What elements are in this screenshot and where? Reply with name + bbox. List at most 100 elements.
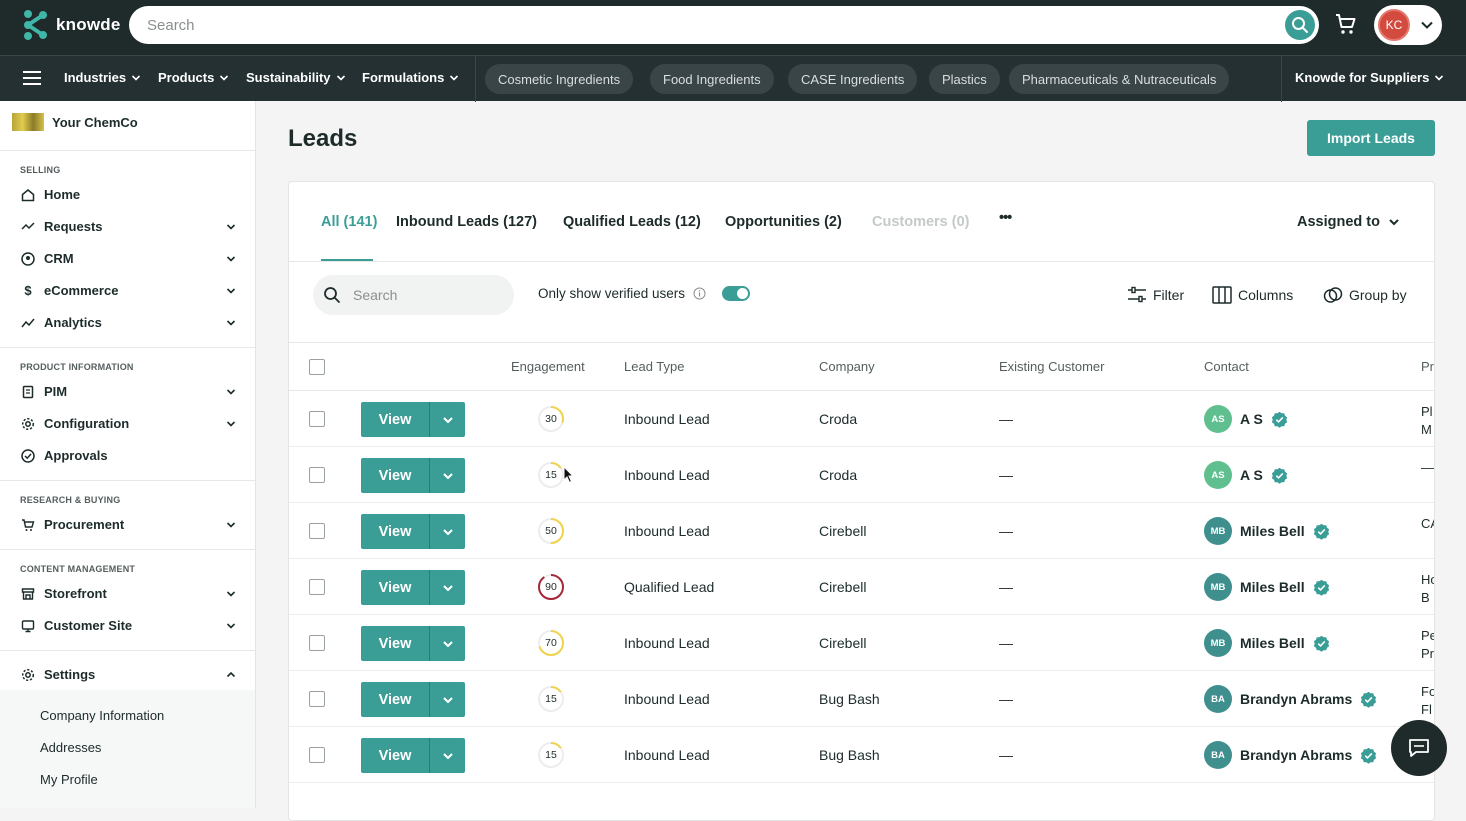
contact-cell[interactable]: BA Brandyn Abrams <box>1204 685 1377 713</box>
divider <box>0 480 255 481</box>
view-dropdown-button[interactable] <box>429 626 465 661</box>
company-name: Bug Bash <box>819 747 880 763</box>
row-checkbox[interactable] <box>309 467 325 483</box>
view-dropdown-button[interactable] <box>429 682 465 717</box>
engagement-score: 15 <box>545 749 557 761</box>
view-button[interactable]: View <box>361 514 429 549</box>
view-dropdown-button[interactable] <box>429 738 465 773</box>
sidebar-item-ecommerce[interactable]: $ eCommerce <box>20 283 236 298</box>
table-row[interactable]: View 90 Qualified Lead Cirebell — MB Mil… <box>289 559 1434 615</box>
nav-formulations[interactable]: Formulations <box>362 70 459 85</box>
table-row[interactable]: View 15 Inbound Lead Bug Bash — BA Brand… <box>289 671 1434 727</box>
global-search-input[interactable] <box>147 16 1247 34</box>
contact-cell[interactable]: AS A S <box>1204 461 1288 489</box>
sidebar-item-configuration[interactable]: Configuration <box>20 416 236 431</box>
sidebar-item-label: Configuration <box>44 416 130 431</box>
engagement-score: 15 <box>545 693 557 705</box>
sidebar-subitem-company-information[interactable]: Company Information <box>40 708 164 723</box>
nav-sustainability[interactable]: Sustainability <box>246 70 346 85</box>
knowde-logo[interactable]: knowde <box>22 9 121 41</box>
pill-food[interactable]: Food Ingredients <box>650 64 774 94</box>
table-search-input[interactable] <box>353 287 493 303</box>
tab-all[interactable]: All (141) <box>321 214 377 230</box>
nav-products[interactable]: Products <box>158 70 229 85</box>
table-row[interactable]: View 30 Inbound Lead Croda — AS A S Pl M <box>289 391 1434 447</box>
sidebar-item-procurement[interactable]: Procurement <box>20 517 236 532</box>
view-dropdown-button[interactable] <box>429 570 465 605</box>
contact-cell[interactable]: MB Miles Bell <box>1204 573 1330 601</box>
sidebar-item-analytics[interactable]: Analytics <box>20 315 236 330</box>
tab-opportunities[interactable]: Opportunities (2) <box>725 214 842 230</box>
sidebar-item-approvals[interactable]: Approvals <box>20 448 236 463</box>
column-header-engagement[interactable]: Engagement <box>511 359 585 374</box>
row-checkbox[interactable] <box>309 635 325 651</box>
column-header-lead-type[interactable]: Lead Type <box>624 359 684 374</box>
view-button[interactable]: View <box>361 570 429 605</box>
more-tabs-button[interactable]: ••• <box>999 210 1012 226</box>
filter-button[interactable]: Filter <box>1127 286 1184 304</box>
contact-cell[interactable]: MB Miles Bell <box>1204 517 1330 545</box>
view-button-group: View <box>361 682 465 717</box>
row-checkbox[interactable] <box>309 747 325 763</box>
existing-customer: — <box>999 523 1013 539</box>
sidebar-subitem-my-profile[interactable]: My Profile <box>40 772 98 787</box>
menu-button[interactable] <box>22 70 42 91</box>
verified-badge-icon <box>1313 523 1329 540</box>
column-header-existing-customer[interactable]: Existing Customer <box>999 359 1104 374</box>
select-all-checkbox[interactable] <box>309 359 325 375</box>
company-switcher[interactable]: Your ChemCo <box>12 113 138 131</box>
view-button[interactable]: View <box>361 402 429 437</box>
nav-suppliers[interactable]: Knowde for Suppliers <box>1295 70 1444 85</box>
column-header-product[interactable]: Pr <box>1421 359 1434 374</box>
assigned-to-dropdown[interactable]: Assigned to <box>1297 214 1400 230</box>
view-button[interactable]: View <box>361 458 429 493</box>
view-dropdown-button[interactable] <box>429 514 465 549</box>
table-row[interactable]: View 15 Inbound Lead Bug Bash — BA Brand… <box>289 727 1434 783</box>
table-row[interactable]: View 15 Inbound Lead Croda — AS A S — <box>289 447 1434 503</box>
cart-button[interactable] <box>1334 12 1358 41</box>
column-header-company[interactable]: Company <box>819 359 875 374</box>
pill-plastics[interactable]: Plastics <box>929 64 1000 94</box>
user-menu[interactable]: KC <box>1374 5 1442 45</box>
sidebar-item-requests[interactable]: Requests <box>20 219 236 234</box>
tab-qualified-leads[interactable]: Qualified Leads (12) <box>563 214 701 230</box>
chevron-down-icon <box>450 74 459 81</box>
search-button[interactable] <box>1285 10 1315 40</box>
info-icon[interactable] <box>693 287 706 300</box>
view-button[interactable]: View <box>361 682 429 717</box>
table-row[interactable]: View 50 Inbound Lead Cirebell — MB Miles… <box>289 503 1434 559</box>
view-button[interactable]: View <box>361 626 429 661</box>
chat-button[interactable] <box>1391 720 1447 776</box>
pill-pharma[interactable]: Pharmaceuticals & Nutraceuticals <box>1009 64 1230 94</box>
sidebar-item-storefront[interactable]: Storefront <box>20 586 236 601</box>
engagement-score: 50 <box>545 525 557 537</box>
view-dropdown-button[interactable] <box>429 458 465 493</box>
pill-cosmetic[interactable]: Cosmetic Ingredients <box>485 64 634 94</box>
sidebar-item-home[interactable]: Home <box>20 187 236 202</box>
verified-toggle[interactable] <box>722 286 751 301</box>
row-checkbox[interactable] <box>309 411 325 427</box>
pill-case[interactable]: CASE Ingredients <box>788 64 918 94</box>
row-checkbox[interactable] <box>309 579 325 595</box>
contact-cell[interactable]: MB Miles Bell <box>1204 629 1330 657</box>
import-leads-button[interactable]: Import Leads <box>1307 120 1435 156</box>
contact-cell[interactable]: AS A S <box>1204 405 1288 433</box>
sidebar-subitem-addresses[interactable]: Addresses <box>40 740 101 755</box>
row-checkbox[interactable] <box>309 691 325 707</box>
column-header-contact[interactable]: Contact <box>1204 359 1249 374</box>
group-by-button[interactable]: Group by <box>1323 286 1407 304</box>
view-button[interactable]: View <box>361 738 429 773</box>
view-dropdown-button[interactable] <box>429 402 465 437</box>
sidebar-item-crm[interactable]: CRM <box>20 251 236 266</box>
row-checkbox[interactable] <box>309 523 325 539</box>
sidebar-item-pim[interactable]: PIM <box>20 384 236 399</box>
contact-cell[interactable]: BA Brandyn Abrams <box>1204 741 1377 769</box>
tab-customers[interactable]: Customers (0) <box>872 214 970 230</box>
tab-inbound-leads[interactable]: Inbound Leads (127) <box>396 214 537 230</box>
columns-button[interactable]: Columns <box>1212 286 1293 304</box>
verified-users-filter: Only show verified users <box>538 286 751 301</box>
sidebar-item-customer-site[interactable]: Customer Site <box>20 618 236 633</box>
sidebar-item-settings[interactable]: Settings <box>20 667 236 682</box>
table-row[interactable]: View 70 Inbound Lead Cirebell — MB Miles… <box>289 615 1434 671</box>
nav-industries[interactable]: Industries <box>64 70 141 85</box>
